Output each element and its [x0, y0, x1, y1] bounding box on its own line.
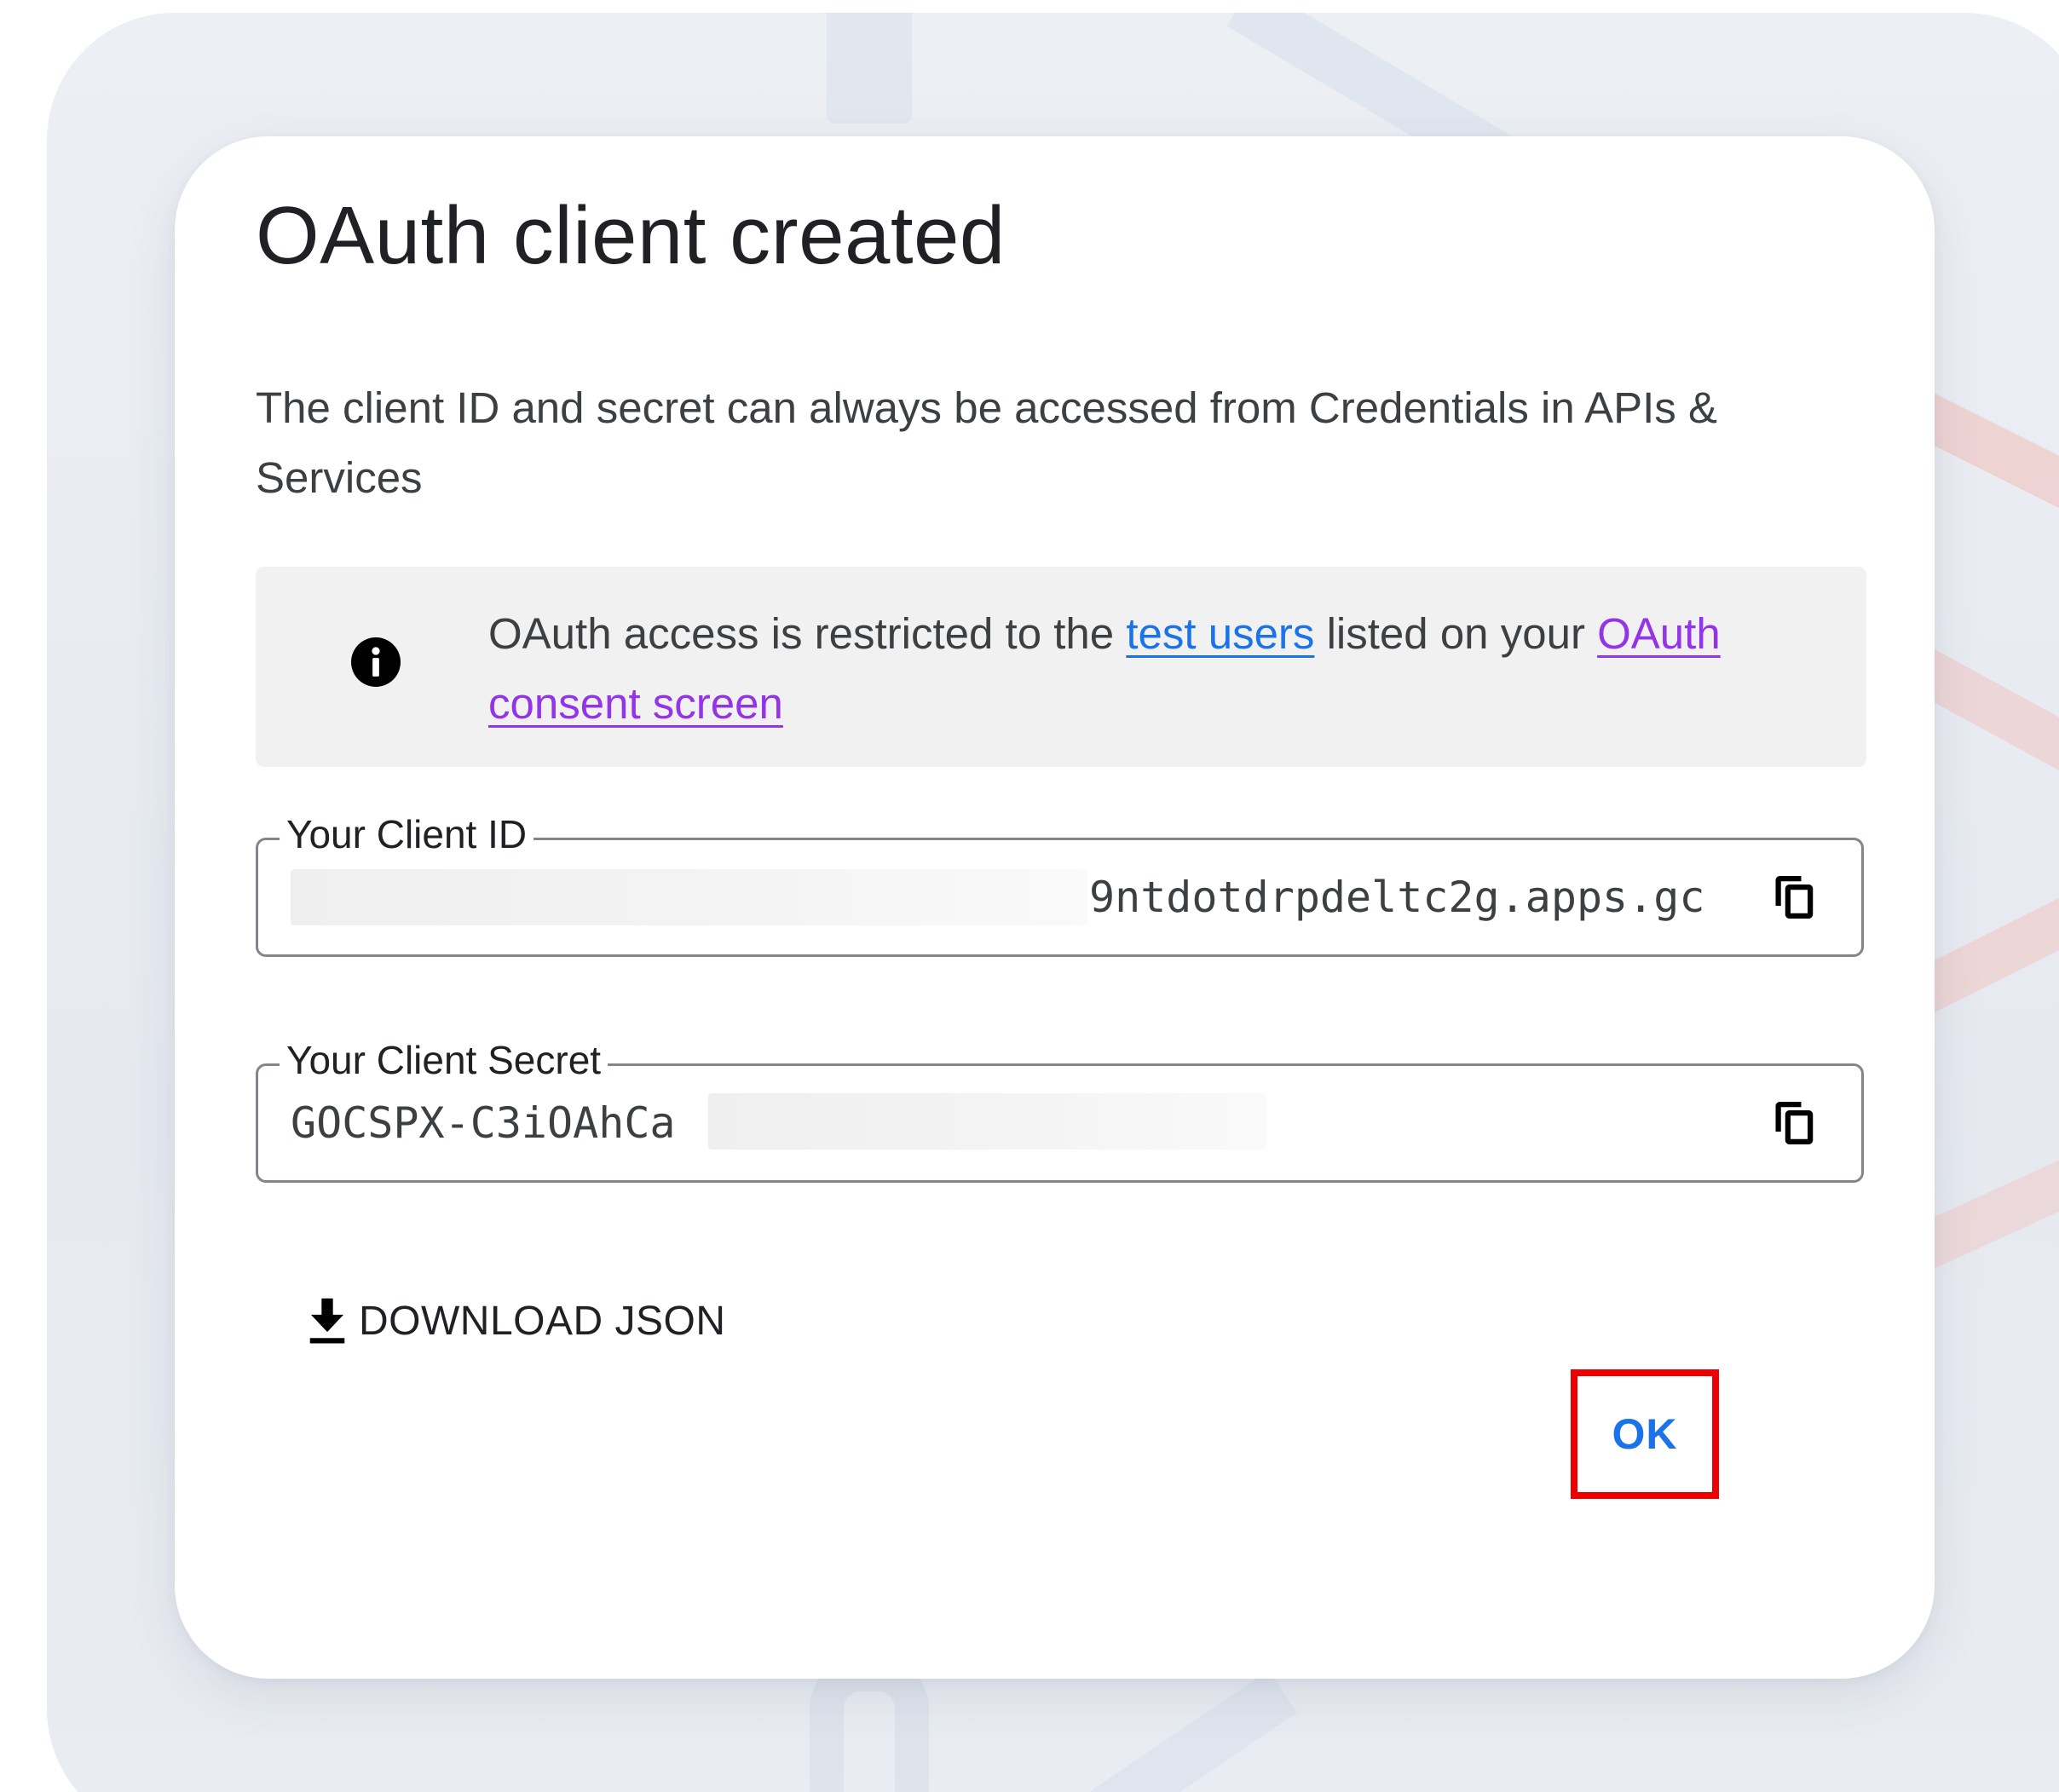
client-id-field[interactable]: Your Client ID 9ntdotdrpdeltc2g.apps.gc [256, 804, 1864, 957]
copy-client-secret-button[interactable] [1769, 1098, 1820, 1149]
dialog-subtitle: The client ID and secret can always be a… [256, 383, 1717, 502]
client-secret-value[interactable]: GOCSPX-C3iOAhCa [291, 1066, 676, 1180]
client-id-redacted [291, 869, 1087, 925]
client-secret-redacted [708, 1093, 1266, 1150]
client-secret-field[interactable]: Your Client Secret GOCSPX-C3iOAhCa [256, 1030, 1864, 1183]
info-text: OAuth access is restricted to the test u… [488, 599, 1818, 739]
test-users-link[interactable]: test users [1126, 609, 1314, 658]
client-id-label: Your Client ID [280, 804, 534, 864]
copy-client-id-button[interactable] [1769, 872, 1820, 923]
info-text-middle: listed on your [1314, 609, 1598, 658]
dialog-title: OAuth client created [256, 190, 1006, 281]
info-banner: OAuth access is restricted to the test u… [256, 567, 1866, 767]
download-json-button[interactable]: DOWNLOAD JSON [303, 1282, 726, 1359]
info-text-before: OAuth access is restricted to the [488, 609, 1127, 658]
download-json-label: DOWNLOAD JSON [359, 1298, 726, 1344]
ok-button[interactable]: OK [1578, 1377, 1711, 1491]
info-icon [351, 637, 401, 687]
download-icon [309, 1298, 345, 1344]
client-id-value[interactable]: 9ntdotdrpdeltc2g.apps.gc [1089, 840, 1724, 954]
